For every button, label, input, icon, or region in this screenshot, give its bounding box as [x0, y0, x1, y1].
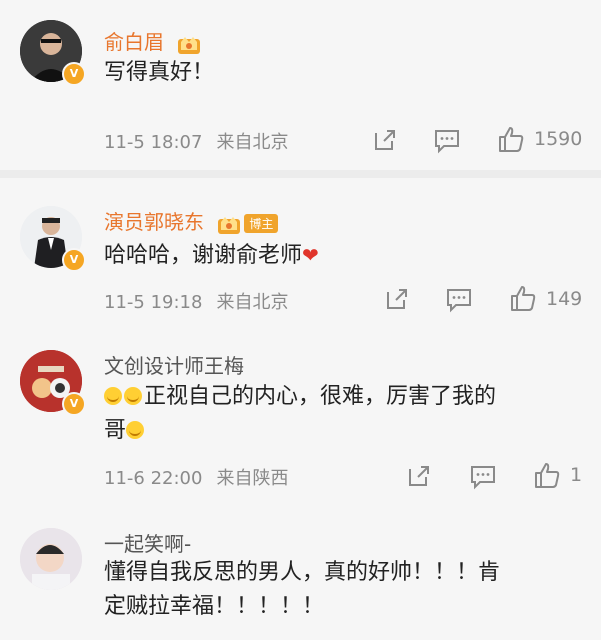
comment-location: 来自陕西 — [216, 468, 289, 489]
comment-item: 一起笑啊- 懂得自我反思的男人，真的好帅！！！肯 定贼拉幸福！！！！！ — [0, 510, 601, 640]
like-count: 1590 — [534, 128, 583, 150]
like-count: 149 — [546, 288, 583, 310]
vip-crown-icon — [178, 36, 201, 54]
vip-crown-icon — [218, 216, 241, 234]
thumbs-up-icon[interactable] — [496, 124, 526, 154]
author-name[interactable]: 一起笑啊- — [104, 528, 191, 557]
comment-item: V 演员郭晓东 博主 哈哈哈，谢谢俞老师❤ 11-5 19:18 来自北京 149 — [0, 178, 601, 332]
share-icon[interactable] — [382, 284, 412, 314]
comment-text-body: 哈哈哈，谢谢俞老师 — [104, 243, 303, 268]
comment-icon[interactable] — [432, 125, 462, 155]
verified-badge-icon: V — [62, 392, 86, 416]
emoji-icon — [124, 387, 142, 405]
comment-icon[interactable] — [468, 461, 498, 491]
comment-date: 11-5 18:07 — [104, 132, 203, 153]
author-name[interactable]: 俞白眉 — [104, 30, 164, 54]
comment-text-line1: 懂得自我反思的男人，真的好帅！！！肯 — [104, 560, 501, 585]
author-name[interactable]: 演员郭晓东 — [104, 210, 204, 234]
comment-item: V 俞白眉 写得真好！ 11-5 18:07 来自北京 1590 — [0, 0, 601, 170]
comment-location: 来自北京 — [216, 132, 289, 153]
comment-text: 懂得自我反思的男人，真的好帅！！！肯 定贼拉幸福！！！！！ — [104, 556, 584, 624]
author-name[interactable]: 文创设计师王梅 — [104, 350, 244, 379]
avatar-child-photo-icon — [20, 528, 82, 590]
comment-text-line1: 正视自己的内心，很难，厉害了我的 — [144, 384, 497, 409]
thumbs-up-icon[interactable] — [532, 460, 562, 490]
comment-date: 11-5 19:18 — [104, 292, 203, 313]
comment-text-line2: 哥 — [104, 418, 127, 443]
verified-badge-icon: V — [62, 248, 86, 272]
divider — [0, 170, 601, 178]
emoji-icon — [104, 387, 122, 405]
comment-text: 哈哈哈，谢谢俞老师❤ — [104, 238, 584, 273]
comment-feed: V 俞白眉 写得真好！ 11-5 18:07 来自北京 1590 V 演员郭晓东… — [0, 0, 601, 640]
like-count: 1 — [570, 464, 583, 486]
share-icon[interactable] — [370, 125, 400, 155]
comment-text-line2: 定贼拉幸福！！！！！ — [104, 594, 325, 619]
comment-date: 11-6 22:00 — [104, 468, 203, 489]
comment-author[interactable]: 演员郭晓东 博主 — [104, 206, 279, 235]
blogger-tag: 博主 — [244, 214, 279, 233]
comment-meta: 11-5 19:18 来自北京 — [104, 288, 288, 314]
verified-badge-icon: V — [62, 62, 86, 86]
share-icon[interactable] — [404, 461, 434, 491]
comment-author[interactable]: 俞白眉 — [104, 26, 202, 55]
comment-meta: 11-6 22:00 来自陕西 — [104, 464, 288, 490]
comment-text: 正视自己的内心，很难，厉害了我的 哥 — [104, 380, 584, 448]
comment-icon[interactable] — [444, 284, 474, 314]
emoji-icon — [126, 421, 145, 439]
thumbs-up-icon[interactable] — [508, 283, 538, 313]
avatar[interactable] — [20, 528, 82, 590]
comment-meta: 11-5 18:07 来自北京 — [104, 128, 288, 154]
comment-item: V 文创设计师王梅 正视自己的内心，很难，厉害了我的 哥 11-6 22:00 来… — [0, 332, 601, 510]
comment-text: 写得真好！ — [104, 60, 215, 85]
comment-location: 来自北京 — [216, 292, 289, 313]
heart-emoji-icon: ❤ — [302, 243, 319, 267]
